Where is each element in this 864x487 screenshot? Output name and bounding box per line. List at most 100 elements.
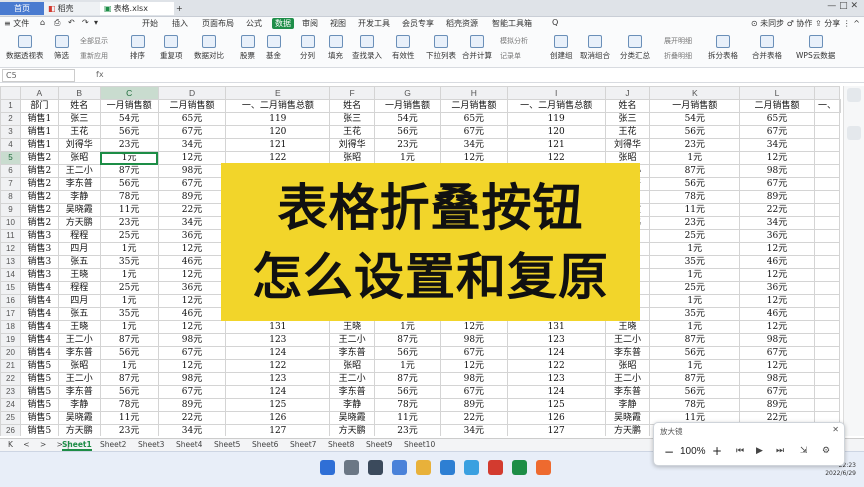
cell[interactable] — [813, 385, 841, 399]
cell[interactable]: 王二小 — [57, 333, 101, 347]
cell[interactable]: 销售4 — [19, 346, 59, 360]
cell[interactable]: 98元 — [739, 164, 815, 178]
cell[interactable]: 刘得华 — [57, 138, 101, 152]
cell[interactable]: 李东普 — [329, 346, 376, 360]
cell[interactable]: 89元 — [739, 190, 815, 204]
sheet-tab[interactable]: Sheet4 — [176, 440, 202, 449]
cell[interactable]: 四月 — [57, 294, 101, 308]
cell[interactable]: 吴晓霞 — [57, 203, 101, 217]
cell[interactable]: 销售1 — [19, 125, 59, 139]
filter-button[interactable]: 筛选 — [54, 35, 69, 61]
cell[interactable]: 吴晓霞 — [57, 411, 101, 425]
sheet-tab[interactable]: Sheet6 — [252, 440, 278, 449]
split-table-button[interactable]: 拆分表格 — [708, 35, 738, 61]
cell[interactable]: 1元 — [649, 359, 741, 373]
cell[interactable]: 李静 — [57, 190, 101, 204]
cell[interactable]: 刘得华 — [604, 138, 651, 152]
cell[interactable] — [813, 125, 841, 139]
header-cell[interactable]: 一月销售额 — [649, 99, 741, 113]
cell[interactable]: 1元 — [649, 242, 741, 256]
expand-detail-button[interactable]: 展开明细 — [664, 36, 692, 46]
cell[interactable]: 王二小 — [57, 164, 101, 178]
cell[interactable]: 126 — [225, 411, 331, 425]
header-cell[interactable]: 姓名 — [329, 99, 376, 113]
cell[interactable]: 67元 — [157, 385, 227, 399]
row-header[interactable]: 21 — [0, 359, 21, 373]
cell[interactable]: 23元 — [649, 216, 741, 230]
cell[interactable]: 销售3 — [19, 255, 59, 269]
menu-review[interactable]: 审阅 — [302, 18, 318, 29]
cell[interactable]: 12元 — [739, 268, 815, 282]
cell[interactable]: 李静 — [57, 398, 101, 412]
cell[interactable]: 54元 — [649, 112, 741, 126]
cell[interactable]: 销售4 — [19, 333, 59, 347]
cell[interactable]: 李东普 — [57, 385, 101, 399]
ungroup-button[interactable]: 取消组合 — [580, 35, 610, 61]
cell[interactable]: 78元 — [649, 190, 741, 204]
cell[interactable] — [813, 229, 841, 243]
column-header[interactable]: I — [506, 86, 606, 100]
cell[interactable]: 张三 — [329, 112, 376, 126]
cell[interactable]: 36元 — [739, 281, 815, 295]
cell[interactable]: 34元 — [439, 424, 508, 436]
cell[interactable]: 87元 — [374, 372, 441, 386]
cell[interactable]: 78元 — [99, 398, 159, 412]
zoom-out-button[interactable]: − — [664, 445, 674, 459]
lookup-entry-button[interactable]: 查找录入 — [352, 35, 382, 61]
cell[interactable]: 销售3 — [19, 242, 59, 256]
row-header[interactable]: 17 — [0, 307, 21, 321]
cell[interactable]: 1元 — [374, 359, 441, 373]
sheet-tab[interactable]: Sheet9 — [366, 440, 392, 449]
row-header[interactable]: 4 — [0, 138, 21, 152]
split-column-button[interactable]: 分列 — [300, 35, 315, 61]
menu-right-actions[interactable]: ⊙ 未同步 ♂ 协作 ⇪ 分享 ⋮ ^ — [751, 18, 860, 29]
cell[interactable]: 王晓 — [57, 320, 101, 334]
cell[interactable]: 吴晓霞 — [604, 411, 651, 425]
cell[interactable]: 12元 — [439, 359, 508, 373]
cell[interactable]: 25元 — [649, 281, 741, 295]
cell[interactable]: 89元 — [157, 190, 227, 204]
sort-button[interactable]: 排序 — [130, 35, 145, 61]
row-header[interactable]: 1 — [0, 99, 21, 113]
column-header[interactable]: K — [649, 86, 741, 100]
row-header[interactable]: 16 — [0, 294, 21, 308]
cell[interactable]: 67元 — [439, 346, 508, 360]
cell[interactable]: 131 — [225, 320, 331, 334]
cell[interactable]: 12元 — [739, 151, 815, 165]
wps-cloud-data-button[interactable]: WPS云数据 — [796, 35, 835, 61]
print-icon[interactable]: ⎙ — [54, 18, 60, 28]
cell[interactable]: 67元 — [739, 385, 815, 399]
cell[interactable]: 67元 — [157, 177, 227, 191]
cell[interactable]: 121 — [506, 138, 606, 152]
cell[interactable]: 56元 — [99, 385, 159, 399]
row-header[interactable]: 6 — [0, 164, 21, 178]
cell[interactable]: 王花 — [329, 125, 376, 139]
cell[interactable]: 11元 — [99, 411, 159, 425]
cell[interactable]: 李东普 — [604, 346, 651, 360]
row-header[interactable]: 10 — [0, 216, 21, 230]
stock-button[interactable]: 股票 — [240, 35, 255, 61]
sheet-tab[interactable]: Sheet1 — [62, 440, 92, 451]
cell[interactable]: 12元 — [157, 242, 227, 256]
cell[interactable]: 销售5 — [19, 424, 59, 436]
cell[interactable]: 王花 — [57, 125, 101, 139]
cell[interactable]: 87元 — [99, 164, 159, 178]
cell[interactable]: 23元 — [374, 138, 441, 152]
row-header[interactable]: 20 — [0, 346, 21, 360]
cell[interactable]: 35元 — [99, 307, 159, 321]
cell[interactable]: 张五 — [57, 307, 101, 321]
menu-smart-toolbox[interactable]: 智能工具箱 — [492, 18, 532, 29]
header-cell[interactable]: 二月销售额 — [157, 99, 227, 113]
wps-icon[interactable] — [488, 460, 503, 475]
cell[interactable]: 123 — [506, 372, 606, 386]
spreadsheet-app-icon[interactable] — [512, 460, 527, 475]
cell[interactable]: 销售2 — [19, 177, 59, 191]
cell[interactable]: 王花 — [604, 125, 651, 139]
row-header[interactable]: 14 — [0, 268, 21, 282]
cell[interactable]: 98元 — [157, 372, 227, 386]
pivot-table-button[interactable]: 数据透视表 — [6, 35, 44, 61]
cell[interactable]: 98元 — [739, 372, 815, 386]
cell[interactable] — [813, 255, 841, 269]
cell[interactable]: 25元 — [649, 229, 741, 243]
cell[interactable] — [813, 242, 841, 256]
